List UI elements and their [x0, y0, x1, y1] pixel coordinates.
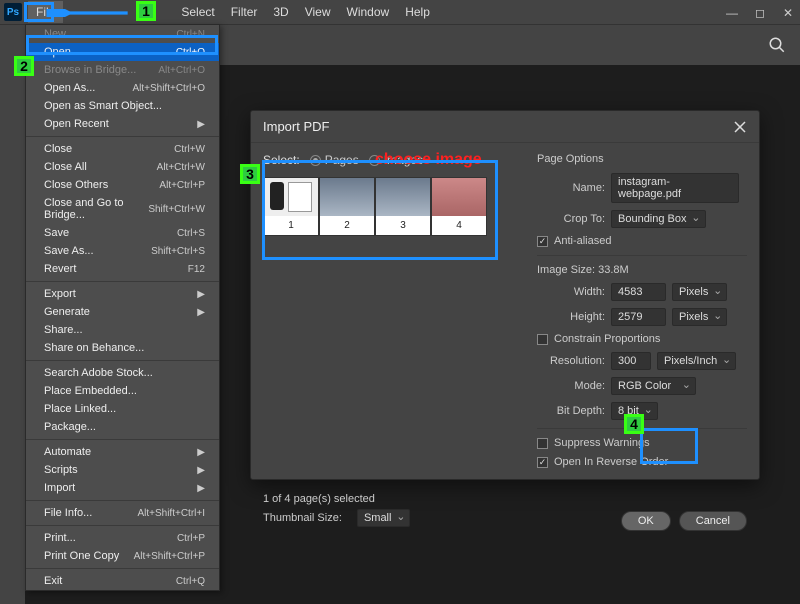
menu-item-search-adobe-stock[interactable]: Search Adobe Stock...	[26, 364, 219, 382]
thumbnail-4[interactable]: 4	[431, 177, 487, 236]
callout-3: 3	[240, 164, 260, 184]
menu-item-file-info[interactable]: File Info...Alt+Shift+Ctrl+I	[26, 504, 219, 522]
menu-item-close-all[interactable]: Close AllAlt+Ctrl+W	[26, 158, 219, 176]
name-label: Name:	[537, 182, 605, 194]
reverse-checkbox[interactable]: Open In Reverse Order	[537, 456, 668, 468]
select-label: Select:	[263, 153, 300, 167]
crop-select[interactable]: Bounding Box	[611, 210, 706, 228]
dialog-title: Import PDF	[263, 119, 329, 134]
menu-item-generate[interactable]: Generate▶	[26, 303, 219, 321]
dialog-close-icon[interactable]	[733, 120, 747, 134]
menu-filter[interactable]: Filter	[223, 1, 266, 23]
callout-1: 1	[136, 1, 156, 21]
name-field[interactable]: instagram-webpage.pdf	[611, 173, 739, 203]
maximize-icon[interactable]: ◻	[752, 5, 768, 21]
callout-2: 2	[14, 56, 34, 76]
selection-status: 1 of 4 page(s) selected	[263, 493, 410, 505]
import-pdf-dialog: Import PDF Select: Pages Images choose i…	[250, 110, 760, 480]
height-unit-select[interactable]: Pixels	[672, 308, 727, 326]
menu-item-import[interactable]: Import▶	[26, 479, 219, 497]
annotation-choose-image: choose image	[375, 151, 482, 169]
page-options-label: Page Options	[537, 153, 747, 165]
suppress-checkbox[interactable]: Suppress Warnings	[537, 437, 650, 449]
menu-item-close-and-go-to-bridge[interactable]: Close and Go to Bridge...Shift+Ctrl+W	[26, 194, 219, 224]
resolution-label: Resolution:	[537, 355, 605, 367]
menu-item-open-as-smart-object[interactable]: Open as Smart Object...	[26, 97, 219, 115]
thumbnail-1[interactable]: 1	[263, 177, 319, 236]
menu-item-print-one-copy[interactable]: Print One CopyAlt+Shift+Ctrl+P	[26, 547, 219, 565]
cancel-button[interactable]: Cancel	[679, 511, 747, 531]
thumbnail-list: 1 2 3 4	[263, 177, 527, 236]
menu-item-open[interactable]: Open...Ctrl+O	[26, 43, 219, 61]
minimize-icon[interactable]: —	[724, 5, 740, 21]
menu-item-place-embedded[interactable]: Place Embedded...	[26, 382, 219, 400]
bitdepth-label: Bit Depth:	[537, 405, 605, 417]
menu-item-scripts[interactable]: Scripts▶	[26, 461, 219, 479]
height-label: Height:	[537, 311, 605, 323]
thumb-size-label: Thumbnail Size:	[263, 512, 342, 524]
menu-item-share[interactable]: Share...	[26, 321, 219, 339]
file-menu: New...Ctrl+NOpen...Ctrl+OBrowse in Bridg…	[25, 24, 220, 591]
menu-item-print[interactable]: Print...Ctrl+P	[26, 529, 219, 547]
menu-item-open-recent[interactable]: Open Recent▶	[26, 115, 219, 133]
menu-select[interactable]: Select	[173, 1, 222, 23]
menu-item-share-on-behance[interactable]: Share on Behance...	[26, 339, 219, 357]
close-icon[interactable]: ✕	[780, 5, 796, 21]
dialog-titlebar: Import PDF	[251, 111, 759, 143]
menu-item-revert[interactable]: RevertF12	[26, 260, 219, 278]
menu-item-browse-in-bridge[interactable]: Browse in Bridge...Alt+Ctrl+O	[26, 61, 219, 79]
menu-item-close[interactable]: CloseCtrl+W	[26, 140, 219, 158]
menu-item-automate[interactable]: Automate▶	[26, 443, 219, 461]
thumb-size-select[interactable]: Small	[357, 509, 411, 527]
menu-item-open-as[interactable]: Open As...Alt+Shift+Ctrl+O	[26, 79, 219, 97]
menu-view[interactable]: View	[297, 1, 339, 23]
width-label: Width:	[537, 286, 605, 298]
tools-panel[interactable]	[0, 65, 25, 604]
resolution-field[interactable]: 300	[611, 352, 651, 370]
width-unit-select[interactable]: Pixels	[672, 283, 727, 301]
menu-item-place-linked[interactable]: Place Linked...	[26, 400, 219, 418]
menu-item-export[interactable]: Export▶	[26, 285, 219, 303]
menu-item-new[interactable]: New...Ctrl+N	[26, 25, 219, 43]
crop-label: Crop To:	[537, 213, 605, 225]
thumbnail-2[interactable]: 2	[319, 177, 375, 236]
width-field[interactable]: 4583	[611, 283, 666, 301]
menu-help[interactable]: Help	[397, 1, 438, 23]
constrain-checkbox[interactable]: Constrain Proportions	[537, 333, 660, 345]
thumbnail-3[interactable]: 3	[375, 177, 431, 236]
antialias-checkbox[interactable]: Anti-aliased	[537, 235, 611, 247]
height-field[interactable]: 2579	[611, 308, 666, 326]
ok-button[interactable]: OK	[621, 511, 671, 531]
menu-item-exit[interactable]: ExitCtrl+Q	[26, 572, 219, 590]
search-icon[interactable]	[768, 36, 786, 54]
menu-3d[interactable]: 3D	[265, 1, 296, 23]
menu-item-package[interactable]: Package...	[26, 418, 219, 436]
mode-label: Mode:	[537, 380, 605, 392]
resolution-unit-select[interactable]: Pixels/Inch	[657, 352, 736, 370]
image-size-label: Image Size: 33.8M	[537, 264, 747, 276]
menu-window[interactable]: Window	[339, 1, 398, 23]
annotation-arrow	[44, 9, 146, 17]
photoshop-icon: Ps	[4, 3, 22, 21]
menu-item-save-as[interactable]: Save As...Shift+Ctrl+S	[26, 242, 219, 260]
callout-4: 4	[624, 414, 644, 434]
window-controls: — ◻ ✕	[724, 0, 796, 25]
menu-item-save[interactable]: SaveCtrl+S	[26, 224, 219, 242]
radio-pages[interactable]: Pages	[310, 153, 359, 167]
mode-select[interactable]: RGB Color	[611, 377, 696, 395]
menu-item-close-others[interactable]: Close OthersAlt+Ctrl+P	[26, 176, 219, 194]
